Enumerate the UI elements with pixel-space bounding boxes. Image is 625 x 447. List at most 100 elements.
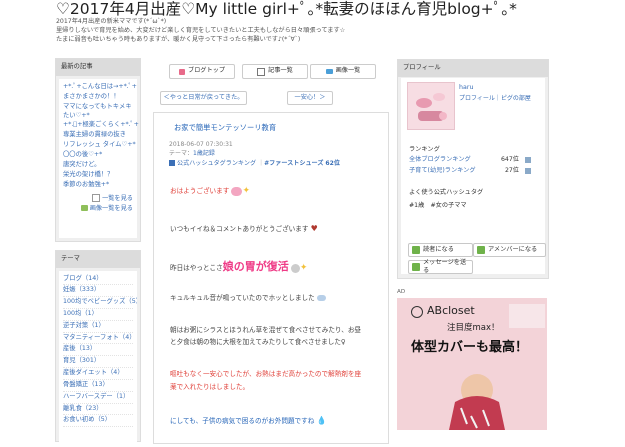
article-title[interactable]: お家で簡単モンテッソーリ教育 — [174, 123, 276, 133]
amember-button[interactable]: アメンバーになる — [473, 243, 546, 257]
theme-link[interactable]: 離乳食（23） — [63, 404, 133, 416]
thanks-line: いつもイイね＆コメントありがとうございます ♥ — [170, 224, 318, 235]
article-list-button[interactable]: 記事一覧 — [242, 64, 308, 79]
profile-avatar[interactable] — [407, 82, 455, 130]
recent-post-link[interactable]: +*.ﾟ+こんな日は→+*.ﾟ+ — [63, 82, 137, 92]
hashtag-ranking-link[interactable]: 公式ハッシュタグランキング — [177, 160, 256, 167]
face-emoji-icon — [290, 263, 300, 273]
ad-headline: 体型カバーも最高！ — [411, 340, 529, 355]
blog-title[interactable]: ♡2017年4月出産♡My little girl+ﾟ｡*転妻のほほん育児blo… — [56, 0, 517, 20]
message-label: メッセージを送る — [422, 258, 467, 274]
article-hashtag-row: 公式ハッシュタグランキング ｜#ファーストシューズ 62位 — [169, 160, 340, 168]
fever-line-2: 薬で入れたりはしました。 — [170, 383, 250, 391]
profile-name[interactable]: haru — [459, 84, 473, 93]
message-icon — [412, 263, 420, 271]
profile-heading: プロフィール — [398, 60, 548, 77]
sparkle-icon: ✦ — [242, 186, 250, 196]
article-meta: 2018-06-07 07:30:31 テーマ：1歳記録 — [169, 141, 233, 158]
recent-posts-list: +*.ﾟ+こんな日は→+*.ﾟ+ まさかまさかの！！ ママになってもトキメキたい… — [59, 78, 139, 238]
amember-icon — [477, 246, 485, 254]
themes-heading: テーマ — [56, 251, 140, 268]
ad-banner[interactable]: ABcloset 注目度max！ 体型カバーも最高！ — [397, 298, 547, 430]
theme-link[interactable]: 100均（1） — [63, 309, 133, 321]
recent-posts-heading: 最新の記事 — [56, 59, 140, 76]
image-list-button[interactable]: 画像一覧 — [310, 64, 376, 79]
theme-link[interactable]: 産後ダイエット（4） — [63, 368, 133, 380]
message-button[interactable]: メッセージを送る — [408, 258, 473, 274]
recent-post-link[interactable]: 専業主婦の貫禄の抜き — [63, 130, 133, 140]
overall-ranking-label[interactable]: 全体ブログランキング — [409, 156, 471, 163]
more-list-link[interactable]: 一覧を見る — [63, 194, 133, 204]
reader-button[interactable]: 読者になる — [408, 243, 473, 257]
theme-link[interactable]: 100均でベビーグッズ（5） — [63, 297, 137, 309]
more-list-label: 一覧を見る — [102, 195, 133, 203]
article-theme-row: テーマ：1歳記録 — [169, 150, 233, 159]
meal-line-2: と夕食は朝の物に大根を加えてみたりして食べさせました♀ — [170, 338, 346, 346]
profile-avatar-image — [416, 93, 447, 121]
ad-brand: ABcloset — [427, 304, 475, 317]
blog-description: 2017年4月出産の新米ママです(*´ω`*) 里帰りしないで育児を始め、大変だ… — [56, 18, 345, 45]
hashtag-icon — [169, 160, 175, 166]
image-list-label: 画像一覧 — [335, 67, 361, 75]
theme-link[interactable]: 育児（301） — [63, 356, 133, 369]
greeting-text: おはようございます — [170, 187, 230, 195]
hashtag-link[interactable]: #ファーストシューズ — [264, 160, 323, 167]
child-ranking-label[interactable]: 子育て(幼児)ランキング — [409, 167, 476, 174]
yesterday-text: 昨日はやっとこさ — [170, 264, 223, 272]
theme-link[interactable]: マタニティーフォト（4） — [63, 333, 136, 345]
yesterday-line: 昨日はやっとこさ娘の胃が復活 ✦ — [170, 260, 307, 275]
next-post-button[interactable]: 一安心！＞ — [287, 91, 333, 105]
theme-link[interactable]: お食い初め（5） — [63, 415, 133, 428]
recent-post-link[interactable]: 唐突だけど。 — [63, 160, 133, 170]
ranking-label: ランキング — [409, 146, 440, 153]
greeting-line: おはようございます ✦ — [170, 185, 250, 197]
rank-arrow-icon — [525, 157, 531, 163]
blog-top-icon — [178, 68, 185, 75]
theme-link[interactable]: ハーフバースデー（1） — [63, 392, 133, 404]
kyuru-text: キュルキュル音が鳴っていたのでホッとしました — [170, 294, 315, 302]
theme-link[interactable]: 妊娠（333） — [63, 285, 133, 298]
overall-ranking-row: 全体ブログランキング 647位 — [409, 156, 535, 164]
rank-arrow-icon — [525, 168, 531, 174]
recent-post-link[interactable]: ママになってもトキメキたい♡+* — [63, 102, 133, 120]
recent-post-link[interactable]: 栄光の架け橋！？ — [63, 170, 133, 180]
more-images-link[interactable]: 画像一覧を見る — [63, 204, 133, 214]
camera-icon — [325, 69, 333, 74]
outside-text: にしても、子供の病気で困るのがお外問題ですね — [170, 417, 315, 425]
theme-link[interactable]: ブログ（14） — [63, 274, 133, 286]
recent-post-link[interactable]: 季節のお勉強+* — [63, 180, 133, 190]
ad-subhead: 注目度max！ — [447, 323, 500, 333]
meal-line-1: 朝はお粥にシラスとほうれん草を混ぜて食べさせてみたり、お昼 — [170, 326, 362, 334]
reader-label: 読者になる — [423, 245, 454, 253]
amember-label: アメンバーになる — [488, 245, 538, 253]
thanks-text: いつもイイね＆コメントありがとうございます — [170, 225, 309, 233]
list-icon — [92, 194, 101, 203]
sparkle-icon: ✦ — [299, 263, 308, 273]
outside-line: にしても、子供の病気で困るのがお外問題ですね 💧 — [170, 416, 326, 427]
article-list-label: 記事一覧 — [268, 67, 293, 75]
recent-post-link[interactable]: リフレッシュ タイム♡+* — [63, 140, 136, 150]
blog-top-button[interactable]: ブログトップ — [169, 64, 235, 79]
droplet-emoji-icon: 💧 — [316, 416, 327, 425]
more-images-label: 画像一覧を見る — [89, 205, 133, 213]
theme-link[interactable]: 逆子対策（1） — [63, 321, 133, 333]
article-theme-link[interactable]: 1歳記録 — [193, 150, 215, 157]
profile-hashtags[interactable]: #1歳 #女の子ママ — [409, 202, 535, 210]
blog-description-line: 2017年4月出産の新米ママです(*´ω`*) — [56, 18, 167, 25]
prev-post-button[interactable]: ＜やっと日常が戻ってきた。 — [160, 91, 247, 105]
fever-line-1: 嘔吐もなく一安心でしたが、お熱はまだ高かったので解熱剤を座 — [170, 370, 362, 378]
theme-link[interactable]: 産後（13） — [63, 344, 133, 357]
recent-post-link[interactable]: +*.ﾟ+極楽ごくらく+*.ﾟ+ — [63, 120, 139, 130]
blog-header: ♡2017年4月出産♡My little girl+ﾟ｡*転妻のほほん育児blo… — [54, 0, 574, 52]
theme-link[interactable]: 骨盤矯正（13） — [63, 380, 133, 392]
child-ranking-row: 子育て(幼児)ランキング 27位 — [409, 167, 535, 175]
image-icon — [80, 205, 88, 212]
recent-post-link[interactable]: まさかまさかの！！ — [63, 92, 133, 102]
article-theme-label: テーマ： — [169, 149, 194, 157]
pig-emoji-icon — [231, 186, 243, 196]
blog-top-label: ブログトップ — [187, 67, 226, 75]
profile-links[interactable]: プロフィール｜ピグの部屋 — [459, 95, 531, 103]
recent-post-link[interactable]: 〇〇の後♡+* — [63, 150, 133, 160]
child-ranking-value: 27位 — [504, 167, 519, 174]
list-icon — [257, 67, 266, 76]
